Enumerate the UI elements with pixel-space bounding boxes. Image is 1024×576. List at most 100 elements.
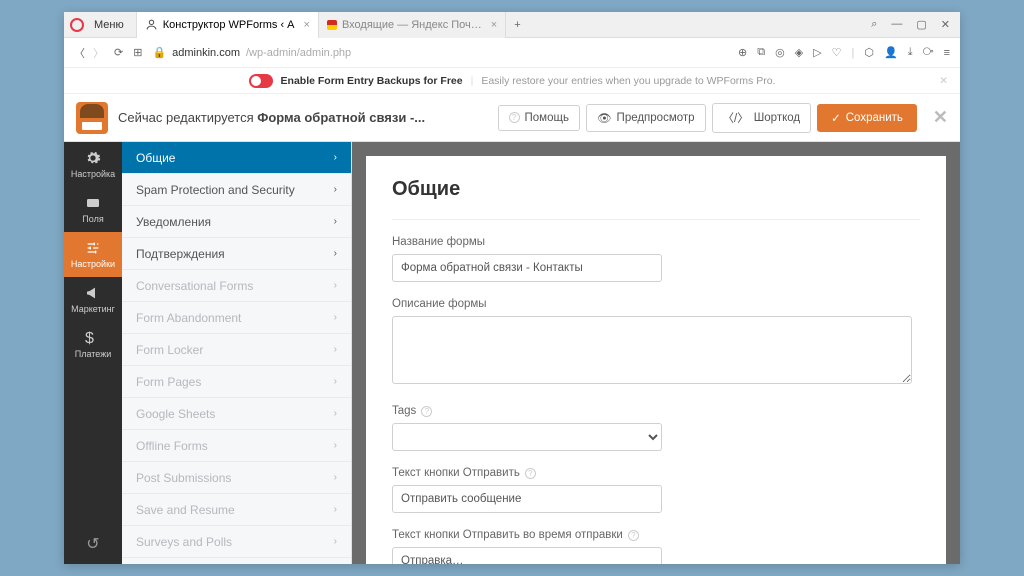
settings-item-locker[interactable]: Form Locker›	[122, 334, 351, 366]
speed-dial-icon[interactable]: ⊞	[133, 46, 142, 59]
maximize-icon[interactable]: ▢	[916, 18, 926, 31]
check-icon: ✓	[831, 111, 841, 125]
form-desc-input[interactable]	[392, 316, 912, 384]
chevron-right-icon: ›	[334, 376, 337, 387]
chevron-right-icon: ›	[334, 440, 337, 451]
rail-fields[interactable]: Поля	[64, 187, 122, 232]
settings-item-offline[interactable]: Offline Forms›	[122, 430, 351, 462]
rail-label: Платежи	[75, 349, 112, 359]
close-icon[interactable]: ×	[304, 19, 310, 31]
zoom-icon[interactable]: ⊕	[738, 46, 747, 59]
menu-label: Меню	[88, 19, 130, 31]
settings-item-pages[interactable]: Form Pages›	[122, 366, 351, 398]
tags-select[interactable]	[392, 423, 662, 451]
heart-icon[interactable]: ♡	[832, 46, 842, 59]
lock-icon: 🔒	[152, 46, 166, 59]
settings-item-surveys[interactable]: Surveys and Polls›	[122, 526, 351, 558]
promo-subtitle: Easily restore your entries when you upg…	[481, 75, 775, 87]
gear-icon	[85, 150, 101, 166]
sliders-icon	[85, 240, 101, 256]
browser-tab[interactable]: Конструктор WPForms ‹ А ×	[137, 12, 319, 38]
submit-sending-input[interactable]	[392, 547, 662, 564]
url-path: /wp-admin/admin.php	[246, 47, 351, 59]
close-icon[interactable]: ×	[491, 19, 497, 31]
settings-item-general[interactable]: Общие›	[122, 142, 351, 174]
cube-icon[interactable]: ⬡	[864, 46, 874, 59]
profile-icon[interactable]: 👤	[884, 46, 898, 59]
chevron-right-icon: ›	[334, 408, 337, 419]
close-window-icon[interactable]: ✕	[941, 18, 950, 31]
shield-icon[interactable]: ◈	[795, 46, 803, 59]
tab-title: Конструктор WPForms ‹ А	[163, 19, 295, 31]
chevron-right-icon: ›	[334, 504, 337, 515]
chevron-right-icon: ›	[334, 472, 337, 483]
url-field[interactable]: 🔒 adminkin.com/wp-admin/admin.php	[152, 46, 351, 59]
back-icon[interactable]: 〈	[74, 45, 85, 61]
content-panel: Общие Название формы Описание формы Tags…	[366, 156, 946, 564]
browser-tab[interactable]: Входящие — Яндекс Поч… ×	[319, 12, 506, 38]
settings-item-post[interactable]: Post Submissions›	[122, 462, 351, 494]
opera-menu[interactable]: Меню	[64, 12, 137, 37]
settings-list: Общие› Spam Protection and Security› Уве…	[122, 142, 352, 564]
settings-item-user-reg[interactable]: User Registration›	[122, 558, 351, 564]
shortcode-button[interactable]: 〈/〉Шорткод	[712, 103, 812, 133]
chevron-right-icon: ›	[334, 152, 337, 163]
reload-icon[interactable]: ⟳	[114, 46, 123, 59]
content-wrap[interactable]: Общие Название формы Описание формы Tags…	[352, 142, 960, 564]
download-icon[interactable]: ⤓	[908, 46, 913, 59]
help-icon[interactable]: ?	[628, 530, 639, 541]
tab-title: Входящие — Яндекс Поч…	[342, 19, 482, 31]
minimize-icon[interactable]: —	[891, 18, 902, 31]
address-bar: 〈 〉 ⟳ ⊞ 🔒 adminkin.com/wp-admin/admin.ph…	[64, 38, 960, 68]
settings-item-conversational[interactable]: Conversational Forms›	[122, 270, 351, 302]
chevron-right-icon: ›	[334, 280, 337, 291]
dismiss-icon[interactable]: ✕	[939, 75, 948, 87]
rail-settings[interactable]: Настройки	[64, 232, 122, 277]
rail-revisions[interactable]: ↺	[64, 524, 122, 564]
close-builder-icon[interactable]: ✕	[933, 107, 948, 128]
help-icon: ?	[509, 112, 520, 123]
form-name-input[interactable]	[392, 254, 662, 282]
person-icon	[145, 18, 158, 31]
save-button[interactable]: ✓Сохранить	[817, 104, 917, 132]
submit-text-input[interactable]	[392, 485, 662, 513]
browser-window: Меню Конструктор WPForms ‹ А × Входящие …	[64, 12, 960, 564]
history-icon: ↺	[86, 534, 99, 554]
rail-payments[interactable]: $ Платежи	[64, 322, 122, 367]
settings-item-notifications[interactable]: Уведомления›	[122, 206, 351, 238]
settings-item-save-resume[interactable]: Save and Resume›	[122, 494, 351, 526]
toggle-switch[interactable]	[249, 74, 273, 88]
chevron-right-icon: ›	[334, 216, 337, 227]
settings-item-abandonment[interactable]: Form Abandonment›	[122, 302, 351, 334]
left-rail: Настройка Поля Настройки Маркетинг $ Пла…	[64, 142, 122, 564]
promo-title: Enable Form Entry Backups for Free	[281, 75, 463, 87]
chevron-right-icon: ›	[334, 536, 337, 547]
code-icon: 〈/〉	[723, 110, 749, 126]
chevron-right-icon: ›	[334, 312, 337, 323]
rail-label: Настройки	[71, 259, 115, 269]
rail-marketing[interactable]: Маркетинг	[64, 277, 122, 322]
settings-item-spam[interactable]: Spam Protection and Security›	[122, 174, 351, 206]
settings-item-sheets[interactable]: Google Sheets›	[122, 398, 351, 430]
builder-header: Сейчас редактируется Форма обратной связ…	[64, 94, 960, 142]
search-icon[interactable]: ⌕	[871, 18, 877, 31]
help-button[interactable]: ?Помощь	[498, 105, 580, 131]
dollar-icon: $	[85, 330, 101, 346]
new-tab-button[interactable]: +	[506, 19, 528, 31]
chevron-right-icon: ›	[334, 184, 337, 195]
help-icon[interactable]: ?	[421, 406, 432, 417]
camera-icon[interactable]: ◎	[775, 46, 785, 59]
settings-item-confirmations[interactable]: Подтверждения›	[122, 238, 351, 270]
form-name-label: Название формы	[392, 236, 920, 248]
preview-button[interactable]: 👁Предпросмотр	[586, 104, 706, 132]
rail-label: Настройка	[71, 169, 115, 179]
screenshot-icon[interactable]: ⧉	[757, 46, 765, 59]
help-icon[interactable]: ?	[525, 468, 536, 479]
play-icon[interactable]: ▷	[813, 46, 821, 59]
easy-setup-icon[interactable]: ⧂	[923, 46, 934, 59]
forward-icon[interactable]: 〉	[93, 45, 104, 61]
menu-icon[interactable]: ≡	[944, 47, 950, 59]
page-title: Сейчас редактируется Форма обратной связ…	[118, 110, 425, 125]
rail-setup[interactable]: Настройка	[64, 142, 122, 187]
wpforms-logo	[76, 102, 108, 134]
